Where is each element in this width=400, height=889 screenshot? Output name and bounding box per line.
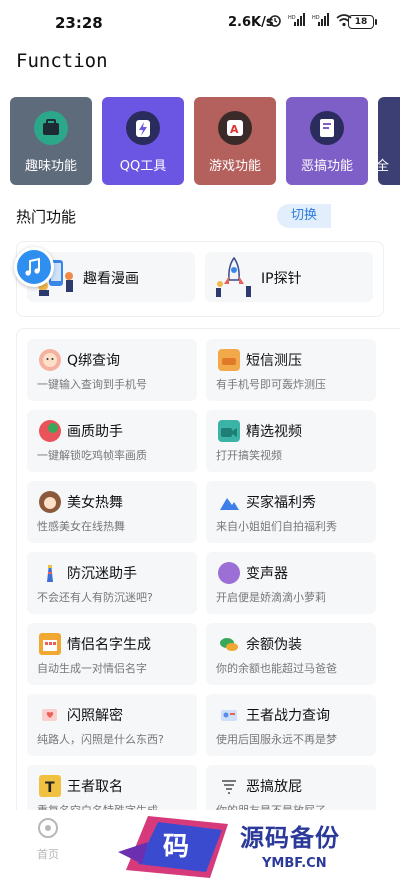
category-more[interactable]: 全 — [376, 97, 400, 185]
function-title: 闪照解密 — [67, 708, 123, 724]
watermark-main: 源码备份 — [240, 824, 340, 852]
signal-hd-icon-2: HD — [312, 13, 329, 26]
svg-text:T: T — [45, 780, 55, 796]
svg-text:HD: HD — [312, 15, 320, 21]
function-title: 余额伪装 — [246, 637, 302, 653]
status-bar: 23:28 2.6K/s HD HD 18 — [0, 0, 400, 42]
function-item-q-bind[interactable]: Q绑查询 一键输入查询到手机号 — [27, 339, 197, 401]
category-label: 趣味功能 — [24, 159, 77, 174]
category-games[interactable]: A 游戏功能 — [194, 97, 276, 185]
function-subtitle: 一键解锁吃鸡帧率画质 — [37, 449, 147, 462]
function-item-flash-photo[interactable]: 闪照解密 纯路人，闪照是什么东西? — [27, 694, 197, 756]
function-item-couple-names[interactable]: 情侣名字生成 自动生成一对情侣名字 — [27, 623, 197, 685]
girl-icon — [39, 491, 61, 513]
signal-hd-icon: HD — [288, 13, 305, 26]
lion-icon — [39, 349, 61, 371]
function-title: 美女热舞 — [67, 495, 123, 511]
tornado-icon — [218, 775, 240, 797]
hot-item-ip-probe[interactable]: IP探针 — [205, 252, 373, 302]
tab-home-label[interactable]: 首页 — [37, 846, 59, 862]
function-title: 情侣名字生成 — [67, 637, 151, 653]
category-prank[interactable]: 恶搞功能 — [286, 97, 368, 185]
page-title: Function — [16, 50, 108, 72]
function-title: 恶搞放屁 — [246, 779, 302, 795]
function-title: 精选视频 — [246, 424, 302, 440]
function-subtitle: 你的余额也能超过马爸爸 — [216, 662, 337, 675]
function-title: 防沉迷助手 — [67, 566, 137, 582]
alarm-icon — [269, 15, 281, 27]
function-item-videos[interactable]: 精选视频 打开搞笑视频 — [206, 410, 376, 472]
video-camera-icon — [218, 420, 240, 442]
svg-text:A: A — [230, 123, 239, 136]
category-fun[interactable]: 趣味功能 — [10, 97, 92, 185]
function-subtitle: 性感美女在线热舞 — [37, 520, 125, 533]
photo-icon — [39, 704, 61, 726]
battery-indicator: 18 — [348, 15, 377, 29]
network-speed: 2.6K/s — [228, 15, 274, 30]
status-icons: HD HD — [268, 13, 352, 27]
function-item-voice-changer[interactable]: 变声器 开启便是娇滴滴小萝莉 — [206, 552, 376, 614]
text-t-icon: T — [39, 775, 61, 797]
music-note-icon — [25, 257, 40, 276]
hot-functions-card: 趣看漫画 IP探针 — [16, 241, 384, 317]
function-item-balance-fake[interactable]: 余额伪装 你的余额也能超过马爸爸 — [206, 623, 376, 685]
category-label: 恶搞功能 — [300, 159, 353, 174]
category-label: 全 — [376, 159, 390, 174]
eggplant-icon — [218, 562, 240, 584]
watermark-seal: 码 — [163, 832, 190, 862]
hot-functions-heading: 热门功能 — [16, 208, 77, 226]
function-subtitle: 一键输入查询到手机号 — [37, 378, 147, 391]
function-subtitle: 来自小姐姐们自拍福利秀 — [216, 520, 337, 533]
game-icon: A — [218, 111, 252, 145]
category-scroller[interactable]: 趣味功能 QQ工具 A 游戏功能 恶搞功能 全 — [0, 97, 400, 187]
category-label: 游戏功能 — [208, 159, 261, 174]
function-item-sms-test[interactable]: 短信测压 有手机号即可轰炸测压 — [206, 339, 376, 401]
note-icon — [310, 111, 344, 145]
home-icon[interactable] — [38, 818, 58, 838]
function-subtitle: 不会还有人有防沉迷吧? — [37, 591, 153, 604]
function-subtitle: 使用后国服永远不再是梦 — [216, 733, 337, 746]
music-float-button[interactable] — [14, 247, 54, 287]
status-time: 23:28 — [55, 14, 103, 32]
function-item-graphics[interactable]: 画质助手 一键解锁吃鸡帧率画质 — [27, 410, 197, 472]
function-title: Q绑查询 — [67, 353, 121, 369]
category-qq-tools[interactable]: QQ工具 — [102, 97, 184, 185]
hot-item-label: 趣看漫画 — [83, 271, 139, 287]
rocket-icon — [216, 256, 251, 297]
category-label: QQ工具 — [119, 159, 167, 174]
function-list: Q绑查询 一键输入查询到手机号 短信测压 有手机号即可轰炸测压 画质助手 一键解… — [16, 328, 400, 830]
switch-button[interactable]: 切换 — [277, 204, 331, 228]
function-title: 变声器 — [246, 566, 288, 582]
function-title: 画质助手 — [67, 424, 123, 440]
sofa-icon — [218, 349, 240, 371]
function-item-buyer-show[interactable]: 买家福利秀 来自小姐姐们自拍福利秀 — [206, 481, 376, 543]
chat-bubbles-icon — [218, 633, 240, 655]
function-title: 买家福利秀 — [246, 495, 316, 511]
watermark-sub: YMBF.CN — [262, 856, 327, 871]
lighthouse-icon — [39, 562, 61, 584]
function-subtitle: 有手机号即可轰炸测压 — [216, 378, 326, 391]
function-item-king-power[interactable]: 王者战力查询 使用后国服永远不再是梦 — [206, 694, 376, 756]
function-title: 王者取名 — [67, 779, 123, 795]
balloon-icon — [39, 420, 61, 442]
function-title: 王者战力查询 — [246, 708, 330, 724]
function-subtitle: 打开搞笑视频 — [216, 449, 282, 462]
function-title: 短信测压 — [246, 353, 302, 369]
function-item-dance[interactable]: 美女热舞 性感美女在线热舞 — [27, 481, 197, 543]
function-subtitle: 纯路人，闪照是什么东西? — [37, 733, 164, 746]
mountain-icon — [218, 491, 240, 513]
hot-item-label: IP探针 — [261, 271, 302, 287]
king-card-icon — [218, 704, 240, 726]
briefcase-icon — [34, 111, 68, 145]
function-subtitle: 自动生成一对情侣名字 — [37, 662, 147, 675]
function-subtitle: 开启便是娇滴滴小萝莉 — [216, 591, 326, 604]
calendar-icon — [39, 633, 61, 655]
function-item-anti-addiction[interactable]: 防沉迷助手 不会还有人有防沉迷吧? — [27, 552, 197, 614]
svg-text:HD: HD — [288, 15, 296, 21]
lightning-icon — [126, 111, 160, 145]
watermark-logo: 码 源码备份 YMBF.CN — [118, 812, 400, 882]
